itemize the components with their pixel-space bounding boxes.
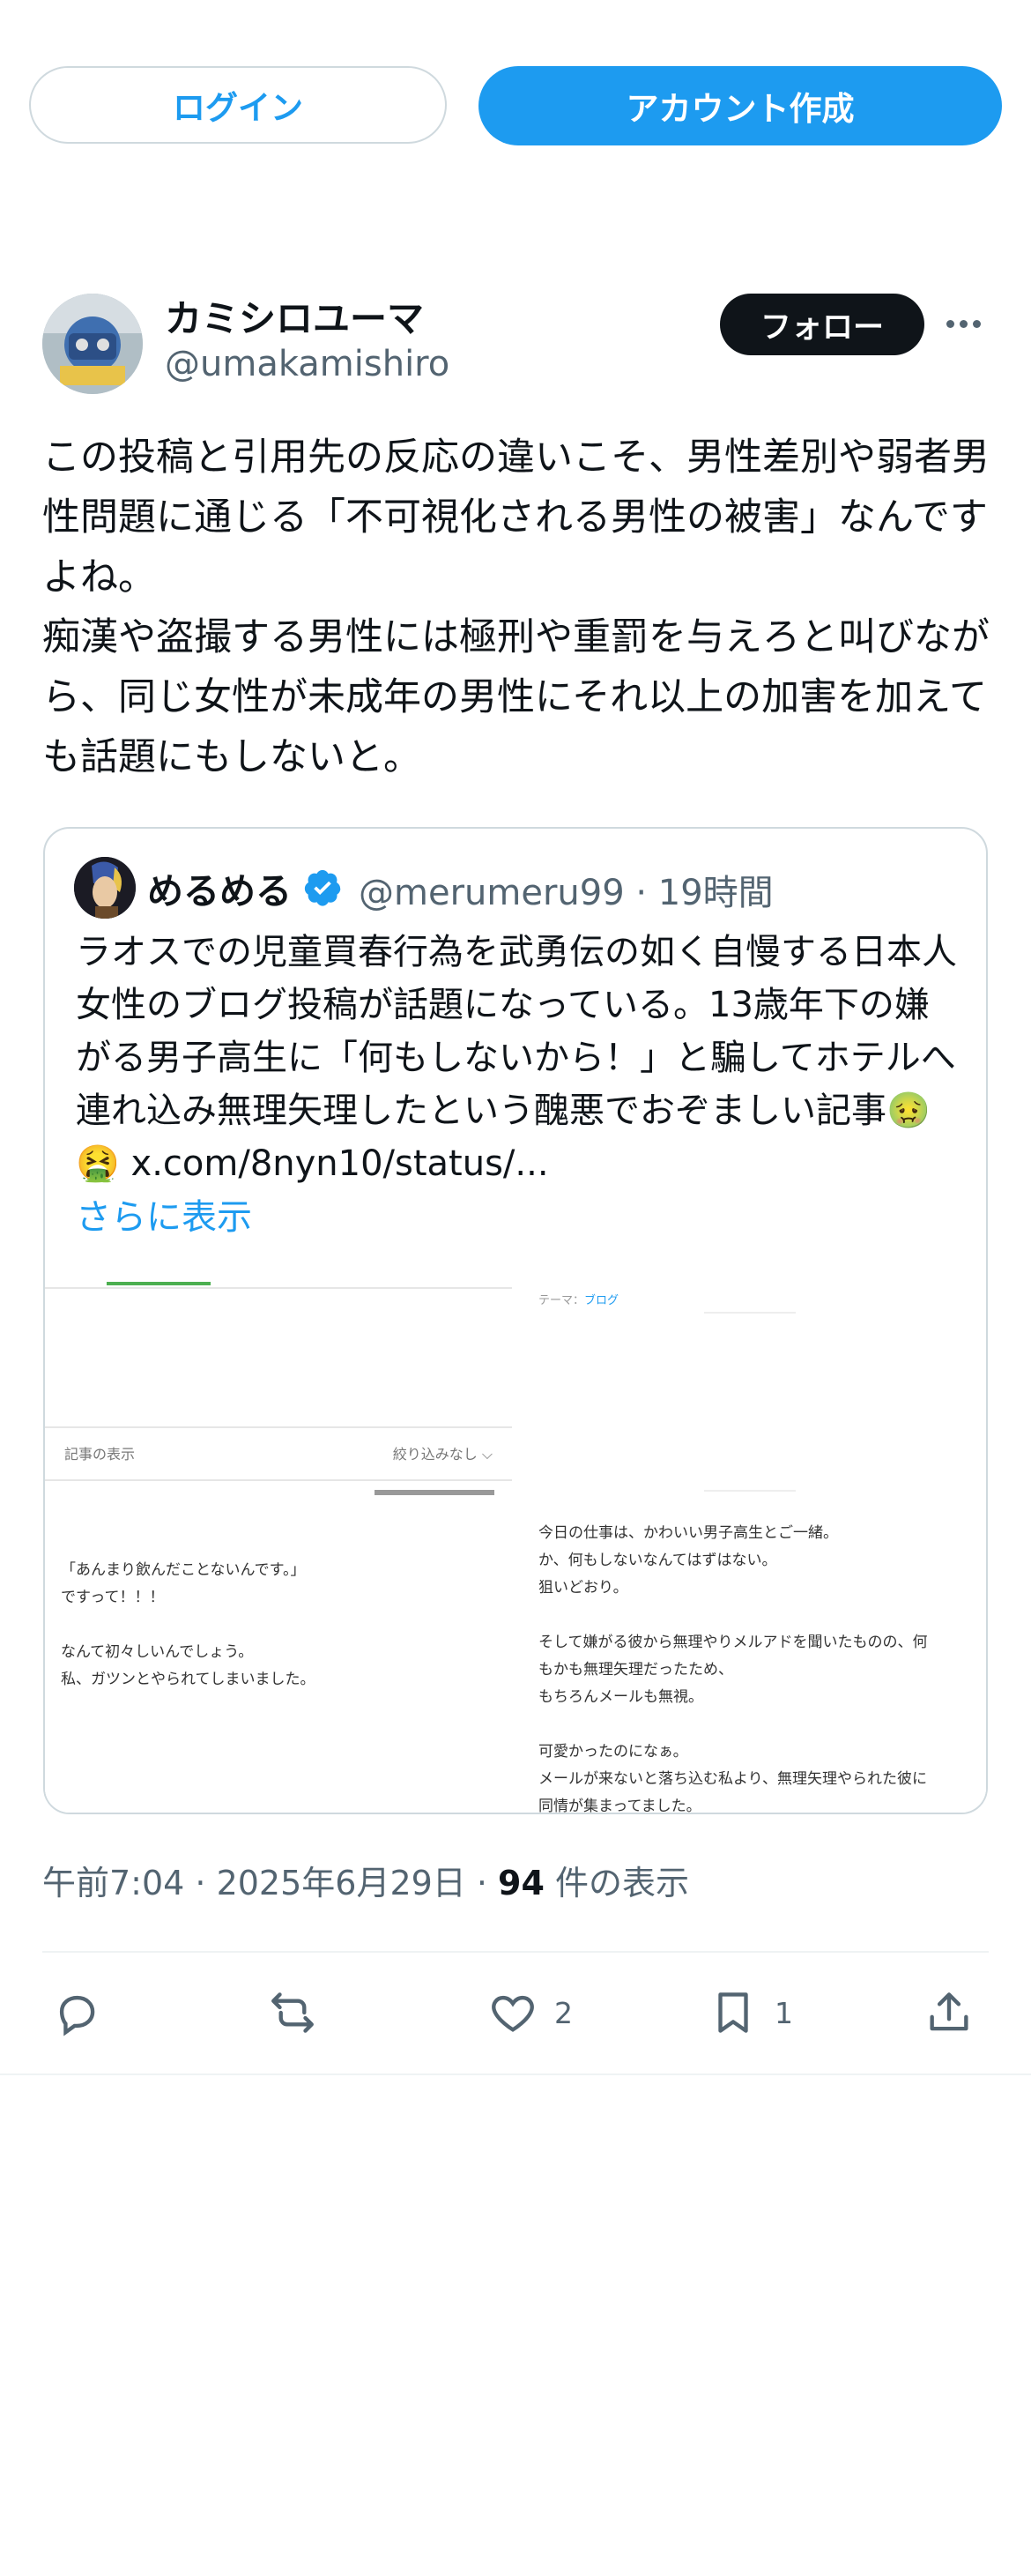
top-bar: ログイン アカウント作成 — [29, 66, 1002, 145]
quote-image-left[interactable]: 記事の表示 絞り込みなし ⌵ 「あんまり飲んだことないんです。」 ですって！！！… — [45, 1282, 512, 1813]
divider — [0, 2073, 1031, 2075]
like-button[interactable]: 2 — [487, 1982, 573, 2044]
verified-badge-icon — [304, 869, 341, 906]
repost-icon — [271, 1992, 314, 2033]
tweet-timestamp[interactable]: 午前7:04 · 2025年6月29日 · — [42, 1864, 498, 1902]
quote-link[interactable]: x.com/8nyn10/status/... — [131, 1143, 549, 1184]
author-name[interactable]: カミシロユーマ — [165, 289, 424, 343]
share-icon — [930, 1992, 968, 2031]
bookmark-button[interactable]: 1 — [708, 1982, 793, 2044]
show-more-link[interactable]: さらに表示 — [76, 1188, 252, 1240]
image-left-text: 「あんまり飲んだことないんです。」 ですって！！！ なんて初々しいんでしょう。 … — [61, 1561, 315, 1688]
login-button[interactable]: ログイン — [29, 66, 447, 144]
tweet-actions: 2 1 — [42, 1982, 989, 2044]
divider — [42, 1951, 989, 1953]
image-theme: テーマ：ブログ — [538, 1294, 619, 1307]
image-right-text: 今日の仕事は、かわいい男子高生とご一緒。 か、何もしないなんてはずはない。 狙い… — [538, 1524, 928, 1814]
quote-media[interactable]: 記事の表示 絞り込みなし ⌵ 「あんまり飲んだことないんです。」 ですって！！！… — [45, 1282, 986, 1814]
image-filter-value: 絞り込みなし ⌵ — [392, 1446, 493, 1463]
reply-button[interactable] — [51, 1982, 102, 2044]
quote-author-name: めるめる — [147, 870, 292, 912]
follow-button[interactable]: フォロー — [720, 294, 924, 355]
image-divider — [704, 1490, 796, 1492]
image-filter-label: 記事の表示 — [64, 1446, 136, 1463]
image-divider — [45, 1287, 512, 1289]
repost-button[interactable] — [267, 1982, 318, 2044]
signup-button[interactable]: アカウント作成 — [478, 66, 1002, 145]
quote-image-right[interactable]: テーマ：ブログ 今日の仕事は、かわいい男子高生とご一緒。 か、何もしないなんては… — [519, 1282, 986, 1814]
bookmark-count: 1 — [775, 1995, 793, 2030]
reply-icon — [59, 1995, 95, 2036]
tweet-meta: 午前7:04 · 2025年6月29日 · 94 件の表示 — [42, 1864, 690, 1902]
like-count: 2 — [554, 1995, 573, 2030]
view-count: 94 — [498, 1864, 545, 1902]
image-accent-bar — [107, 1282, 211, 1285]
tweet-text: この投稿と引用先の反応の違いこそ、男性差別や弱者男性問題に通じる「不可視化される… — [42, 436, 990, 779]
quote-text: ラオスでの児童買春行為を武勇伝の如く自慢する日本人女性のブログ投稿が話題になって… — [76, 932, 957, 1184]
quote-author-handle: @merumeru99 · 19時間 — [359, 873, 774, 913]
bookmark-icon — [718, 1992, 748, 2033]
more-options-icon[interactable] — [946, 310, 990, 337]
heart-icon — [492, 1995, 534, 2032]
image-strip — [375, 1490, 494, 1495]
quoted-tweet[interactable]: めるめる @merumeru99 · 19時間 ラオスでの児童買春行為を武勇伝の… — [43, 827, 988, 1814]
author-handle[interactable]: @umakamishiro — [165, 344, 449, 384]
share-button[interactable] — [923, 1982, 975, 2044]
quote-author-avatar — [74, 857, 136, 919]
image-divider — [704, 1312, 796, 1314]
author-avatar[interactable] — [42, 294, 143, 394]
image-filter-bar: 記事の表示 絞り込みなし ⌵ — [45, 1426, 512, 1481]
